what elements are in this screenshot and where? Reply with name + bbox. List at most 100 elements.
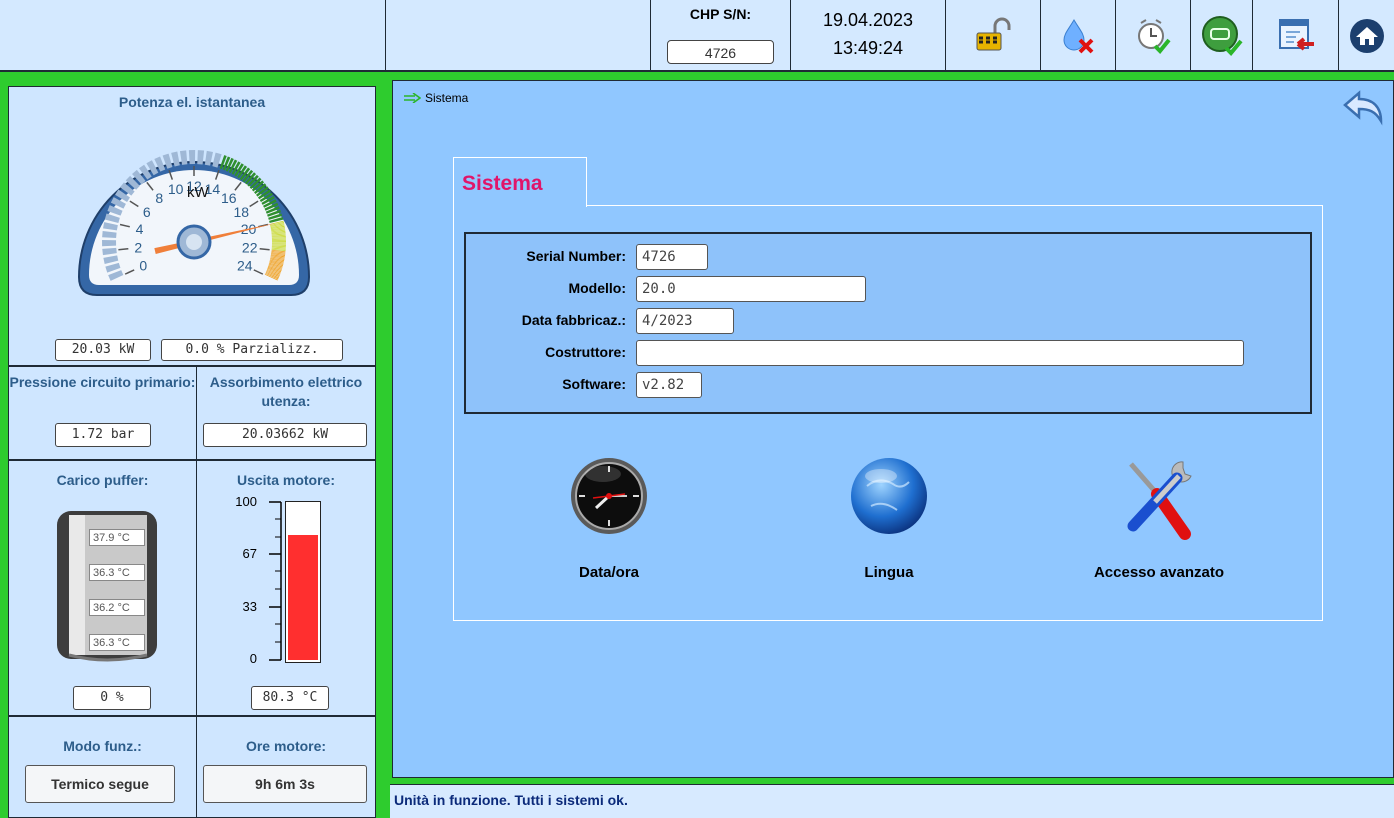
chp-serial-cell: CHP S/N: 4726: [650, 0, 790, 72]
main-content: Sistema Sistema Serial Number: 4726 Mode…: [392, 80, 1394, 778]
breadcrumb-label[interactable]: Sistema: [425, 91, 468, 105]
menu-language[interactable]: Lingua: [824, 456, 954, 596]
menu-datetime[interactable]: Data/ora: [544, 456, 674, 596]
power-gauge: 024681012141618202224 kW: [77, 150, 311, 296]
left-panel: Potenza el. istantanea 02468101214161820…: [0, 72, 386, 818]
buffer-panel: Carico puffer: 37.9 °C 36.3 °C 36.2 °C 3…: [8, 460, 197, 716]
engine-output-scale: 100 67 33 0: [223, 494, 333, 671]
manufacturer-field: [636, 340, 1244, 366]
mode-value[interactable]: Termico segue: [25, 765, 175, 803]
gauge-tick: [118, 247, 129, 251]
software-label: Software:: [562, 376, 626, 392]
serial-number-field: 4726: [636, 244, 708, 270]
engine-ok-icon: [1201, 16, 1243, 56]
pressure-panel: Pressione circuito primario: 1.72 bar: [8, 366, 197, 460]
gauge-tick: [259, 247, 270, 251]
engine-tick-100: 100: [235, 494, 257, 509]
engine-bar-track: [285, 501, 321, 663]
chp-serial-value: 4726: [667, 40, 774, 64]
manufacture-date-label: Data fabbricaz.:: [521, 312, 626, 328]
buffer-title: Carico puffer:: [56, 472, 149, 488]
buffer-tank: 37.9 °C 36.3 °C 36.2 °C 36.3 °C: [55, 505, 159, 665]
engine-tick-67: 67: [242, 546, 257, 561]
engine-tick-0: 0: [249, 651, 257, 666]
gauge-tick-label: 8: [155, 190, 163, 206]
power-panel: Potenza el. istantanea 02468101214161820…: [8, 86, 376, 366]
tab-sistema[interactable]: Sistema: [453, 157, 587, 207]
manufacture-date-field: 4/2023: [636, 308, 734, 334]
partial-value: 0.0 % Parzializz.: [161, 339, 343, 361]
engine-tick-33: 33: [242, 599, 257, 614]
gauge-tick-label: 22: [242, 240, 258, 256]
top-bar: CHP S/N: 4726 19.04.2023 13:49:24: [0, 0, 1394, 72]
power-value: 20.03 kW: [55, 339, 151, 361]
engine-hours-panel: Ore motore: 9h 6m 3s: [196, 716, 376, 818]
model-field: 20.0: [636, 276, 866, 302]
model-label: Modello:: [568, 280, 626, 296]
timer-status-button[interactable]: [1115, 0, 1190, 72]
engine-output-title: Uscita motore:: [236, 472, 336, 488]
mode-title: Modo funz.:: [63, 738, 142, 754]
software-label-wrap: Software:: [466, 372, 626, 398]
absorption-value: 20.03662 kW: [203, 423, 367, 447]
mode-panel: Modo funz.: Termico segue: [8, 716, 197, 818]
manufacturer-label: Costruttore:: [545, 344, 626, 360]
software-field: v2.82: [636, 372, 702, 398]
gas-status-button[interactable]: [1040, 0, 1115, 72]
top-bar-spacer: [385, 0, 650, 72]
engine-bar-fill: [288, 534, 318, 660]
status-text: Unità in funzione. Tutti i sistemi ok.: [394, 792, 628, 808]
chp-serial-label: CHP S/N:: [689, 6, 752, 22]
status-bar: Unità in funzione. Tutti i sistemi ok.: [390, 784, 1394, 818]
time-display: 13:49:24: [832, 38, 904, 58]
gauge-tick-label: 18: [233, 204, 249, 220]
buffer-temp-4: 36.3 °C: [89, 634, 145, 651]
menu-advanced-access-label: Accesso avanzato: [1093, 564, 1225, 581]
gauge-band-segment: [102, 239, 117, 247]
info-box: Serial Number: 4726 Modello: 20.0 Data f…: [464, 232, 1312, 414]
model-label-wrap: Modello:: [466, 276, 626, 302]
serial-number-label: Serial Number:: [526, 248, 626, 264]
pressure-value: 1.72 bar: [55, 423, 151, 447]
exit-window-icon: [1278, 19, 1314, 51]
buffer-temp-2: 36.3 °C: [89, 564, 145, 581]
gas-error-icon: [1063, 19, 1094, 54]
back-button[interactable]: [1343, 87, 1387, 132]
gauge-tick-label: 2: [134, 240, 142, 256]
home-button[interactable]: [1338, 0, 1394, 72]
menu-advanced-access[interactable]: Accesso avanzato: [1074, 456, 1244, 596]
pressure-title: Pressione circuito primario:: [9, 374, 196, 390]
home-icon: [1349, 19, 1384, 53]
engine-hours-value: 9h 6m 3s: [203, 765, 367, 803]
tools-icon: [1127, 461, 1192, 540]
sistema-panel: Serial Number: 4726 Modello: 20.0 Data f…: [453, 205, 1323, 621]
menu-language-label: Lingua: [864, 564, 914, 581]
power-title: Potenza el. istantanea: [118, 94, 266, 110]
breadcrumb: Sistema: [403, 91, 468, 105]
gauge-tick-label: 0: [139, 258, 147, 274]
timer-ok-icon: [1138, 19, 1171, 54]
date-display: 19.04.2023: [822, 10, 914, 30]
serial-label-wrap: Serial Number:: [466, 244, 626, 270]
back-arrow-icon: [1343, 90, 1383, 126]
unlock-button[interactable]: [945, 0, 1040, 72]
gauge-band-segment: [271, 241, 286, 243]
tab-title: Sistema: [462, 172, 543, 195]
clock-icon: [571, 458, 647, 534]
buffer-temp-3: 36.2 °C: [89, 599, 145, 616]
absorption-title: Assorbimento elettrico utenza:: [209, 374, 363, 409]
gauge-tick-label: 4: [136, 221, 144, 237]
gauge-tick-label: 6: [143, 204, 151, 220]
engine-hours-title: Ore motore:: [245, 738, 327, 754]
engine-status-button[interactable]: [1190, 0, 1252, 72]
absorption-panel: Assorbimento elettrico utenza: 20.03662 …: [196, 366, 376, 460]
exit-window-button[interactable]: [1252, 0, 1338, 72]
arrow-right-icon: [404, 93, 421, 103]
buffer-value: 0 %: [73, 686, 151, 710]
datetime-cell: 19.04.2023 13:49:24: [790, 0, 945, 72]
unlock-icon: [976, 17, 1011, 51]
manufacture-date-label-wrap: Data fabbricaz.:: [466, 308, 626, 334]
gauge-tick-label: 10: [168, 181, 184, 197]
engine-output-value: 80.3 °C: [251, 686, 329, 710]
gauge-band-segment: [188, 150, 196, 165]
